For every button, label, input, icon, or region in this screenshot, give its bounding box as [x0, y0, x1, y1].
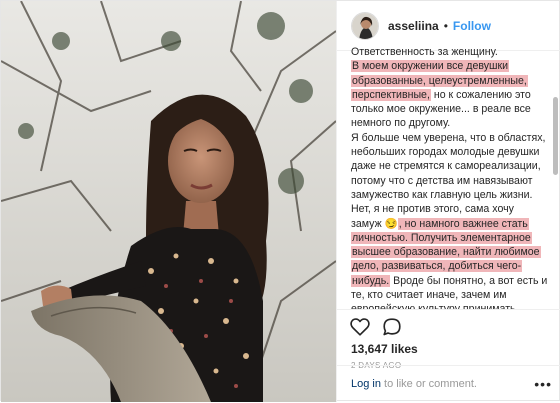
caption-text: те, кто считает иначе, зачем им	[351, 289, 507, 302]
caption-line: личностью. Получить элементарное	[351, 231, 547, 245]
post-header: asseliina • Follow	[337, 1, 560, 51]
caption-highlight: В моем окружении все девушки	[351, 60, 510, 73]
more-options-icon[interactable]: •••	[534, 376, 552, 392]
likes-count[interactable]: 13,647 likes	[351, 342, 418, 356]
post-side-panel: asseliina • Follow Ответственность за же…	[336, 1, 560, 402]
caption-line: перспективные, но к сожалению это	[351, 88, 547, 102]
caption-line: дело, развиваться, добиться чего-	[351, 259, 547, 273]
caption-highlight: нибудь.	[351, 274, 391, 287]
caption-text: даже не стремятся к самореализации,	[351, 160, 541, 173]
caption-text: но к сожалению это	[430, 88, 531, 101]
username-link[interactable]: asseliina	[388, 19, 439, 33]
avatar-image	[352, 12, 378, 39]
caption-line: Ответственность за женщину.	[351, 45, 547, 59]
caption-text: Я больше чем уверена, что в областях,	[351, 131, 546, 144]
woman-portrait-image	[1, 1, 336, 402]
caption-highlight: личностью. Получить элементарное	[351, 231, 532, 244]
comment-bar: Log in to like or comment. •••	[337, 365, 560, 402]
caption-line: В моем окружении все девушки	[351, 59, 547, 73]
caption-line: небольших городах молодые девушки	[351, 145, 547, 159]
caption-text: Ответственность за женщину.	[351, 46, 498, 58]
caption-text: потому что с детства им навязывают	[351, 174, 533, 187]
login-link[interactable]: Log in	[351, 378, 381, 390]
caption-line: потому что с детства им навязывают	[351, 174, 547, 188]
caption-text: небольших городах молодые девушки	[351, 146, 540, 159]
caption-line: замужество как главную цель жизни.	[351, 188, 547, 202]
follow-button[interactable]: Follow	[453, 19, 491, 33]
caption-line: европейскую культуру принимать.	[351, 302, 547, 309]
instagram-post: asseliina • Follow Ответственность за же…	[0, 0, 560, 402]
avatar[interactable]	[351, 11, 379, 40]
heart-icon[interactable]	[349, 316, 371, 338]
caption-highlight: , но намного важнее стать	[397, 217, 529, 230]
caption-highlight: высшее образование, найти любимое	[351, 246, 541, 259]
caption-line: те, кто считает иначе, зачем им	[351, 288, 547, 302]
action-icons	[349, 316, 403, 338]
caption-line: высшее образование, найти любимое	[351, 245, 547, 259]
caption-line: Нет, я не против этого, сама хочу	[351, 202, 547, 216]
caption-highlight: дело, развиваться, добиться чего-	[351, 260, 523, 273]
caption-line: даже не стремятся к самореализации,	[351, 159, 547, 173]
caption-line: образованные, целеустремленные,	[351, 74, 547, 88]
caption-line: нибудь. Вроде бы понятно, а вот есть и	[351, 274, 547, 288]
caption-text: немного по другому.	[351, 117, 451, 130]
caption-text: Вроде бы понятно, а вот есть и	[390, 274, 548, 287]
comment-prompt: to like or comment.	[380, 378, 477, 390]
comment-icon[interactable]	[381, 316, 403, 338]
caption-scroll-area[interactable]: Ответственность за женщину. В моем окруже…	[337, 45, 560, 309]
caption-line: только мое окружение... в реале все	[351, 102, 547, 116]
caption-scrollbar[interactable]	[553, 97, 558, 175]
caption-text: замуж 😏	[351, 217, 398, 230]
caption-highlight: образованные, целеустремленные,	[351, 74, 528, 87]
caption-line: замуж 😏, но намного важнее стать	[351, 217, 547, 231]
caption-text: Нет, я не против этого, сама хочу	[351, 203, 514, 216]
post-caption: Ответственность за женщину. В моем окруже…	[351, 45, 547, 309]
caption-line: немного по другому.	[351, 116, 547, 130]
caption-text: только мое окружение... в реале все	[351, 103, 531, 116]
caption-line: Я больше чем уверена, что в областях,	[351, 131, 547, 145]
separator-dot: •	[443, 18, 448, 33]
caption-text: замужество как главную цель жизни.	[351, 188, 533, 201]
post-photo[interactable]	[1, 1, 336, 402]
caption-highlight: перспективные,	[351, 88, 431, 101]
